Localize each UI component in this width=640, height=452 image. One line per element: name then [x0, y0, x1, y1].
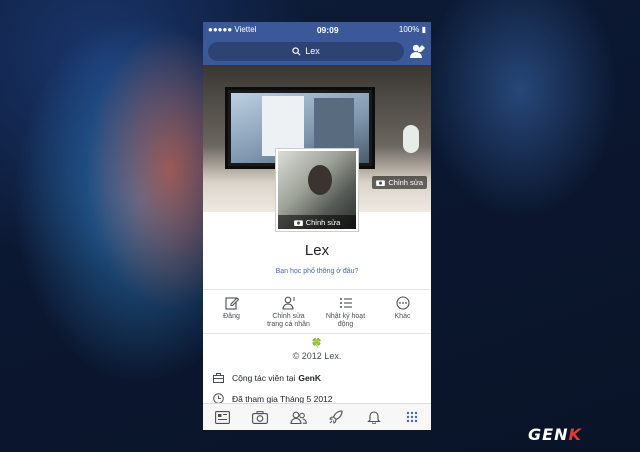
edit-avatar-button[interactable]: Chỉnh sửa: [278, 215, 356, 229]
cover-webcam: [403, 125, 419, 153]
bio-text: © 2012 Lex.: [292, 351, 342, 361]
phone-screen: ●●●●● Viettel 09:09 100% ▮ Lex Chỉnh sửa…: [203, 22, 431, 430]
nav-bar: Lex: [203, 37, 431, 65]
workplace-link[interactable]: GenK: [298, 373, 321, 383]
profile-options-button[interactable]: [404, 44, 426, 58]
more-icon: [395, 296, 410, 310]
menu-grid-icon: [406, 411, 418, 423]
clock-label: 09:09: [316, 24, 339, 35]
carrier-label: ●●●●● Viettel: [208, 25, 257, 34]
profile-actions: Đăng Chỉnh sửa trang cá nhân Nhật ký hoạ…: [203, 289, 431, 334]
tab-menu[interactable]: [398, 406, 426, 428]
divider: [203, 333, 431, 334]
school-prompt-link[interactable]: Bạn học phổ thông ở đâu?: [203, 268, 431, 275]
pencil-icon: [224, 297, 239, 310]
post-button[interactable]: Đăng: [203, 290, 260, 334]
bell-icon: [367, 411, 381, 424]
profile-picture[interactable]: Chỉnh sửa: [275, 148, 359, 232]
news-feed-icon: [214, 410, 230, 424]
bottom-tab-bar: [203, 403, 431, 430]
edit-profile-icon: [281, 296, 295, 310]
list-icon: [339, 298, 352, 308]
rocket-icon: [329, 410, 343, 424]
camera-icon: [376, 180, 386, 186]
tab-camera[interactable]: [246, 406, 274, 428]
tab-news-feed[interactable]: [208, 406, 236, 428]
battery-label: 100% ▮: [398, 25, 426, 34]
edit-cover-button[interactable]: Chỉnh sửa: [372, 176, 427, 189]
status-bar: ●●●●● Viettel 09:09 100% ▮: [203, 22, 431, 37]
friends-icon: [289, 411, 307, 424]
work-info-row: Cộng tác viên tại GenK: [213, 373, 321, 383]
camera-icon: [252, 410, 268, 424]
genk-watermark: GENK: [528, 425, 582, 444]
tab-friends[interactable]: [284, 406, 312, 428]
person-edit-icon: [410, 44, 425, 58]
search-input[interactable]: Lex: [208, 41, 404, 61]
briefcase-icon: [213, 373, 224, 383]
more-button[interactable]: Khác: [374, 290, 431, 334]
bio-clover: 🍀: [311, 338, 323, 348]
activity-log-button[interactable]: Nhật ký hoạt động: [317, 290, 374, 334]
tab-explore[interactable]: [322, 406, 350, 428]
search-query: Lex: [305, 46, 320, 56]
camera-icon: [293, 219, 303, 226]
tab-notifications[interactable]: [360, 406, 388, 428]
edit-profile-button[interactable]: Chỉnh sửa trang cá nhân: [260, 290, 317, 334]
profile-name: Lex: [304, 242, 330, 259]
search-icon: [292, 46, 301, 56]
